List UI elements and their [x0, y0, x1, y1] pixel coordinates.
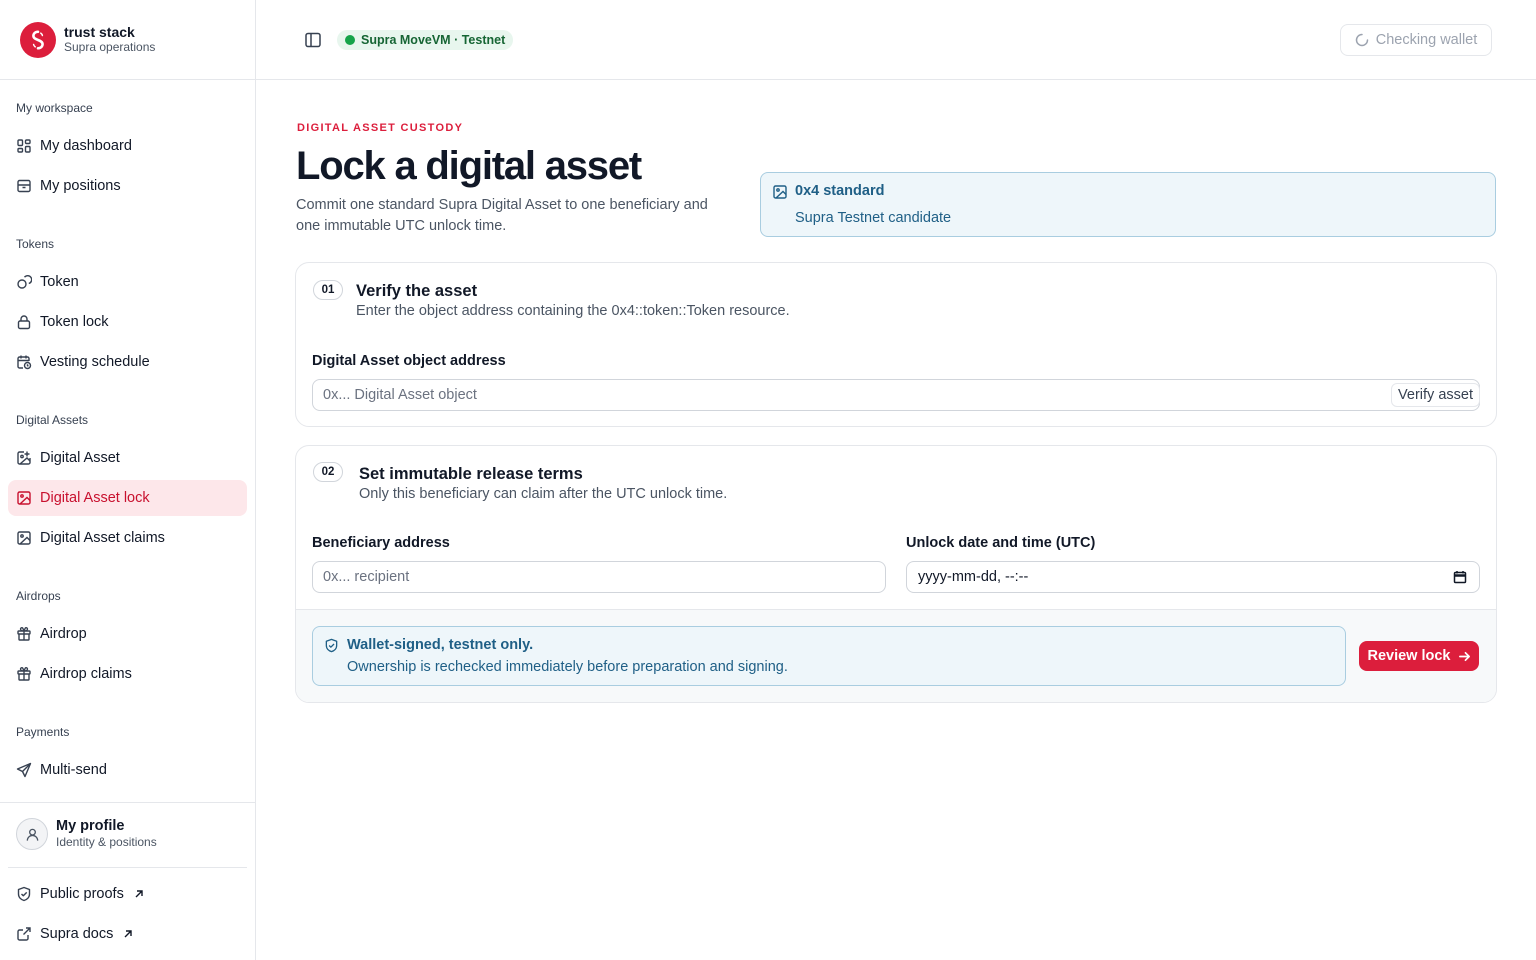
review-lock-button[interactable]: Review lock — [1359, 641, 1479, 671]
sidebar-item-label: Digital Asset — [40, 450, 120, 466]
sidebar-item-label: My positions — [40, 178, 121, 194]
review-footer: Wallet-signed, testnet only. Ownership i… — [296, 609, 1496, 702]
nav-group-tokens: Tokens — [16, 237, 55, 251]
asset-address-label: Digital Asset object address — [312, 353, 506, 369]
sidebar-item-label: Digital Asset claims — [40, 530, 165, 546]
notice-title: Wallet-signed, testnet only. — [347, 637, 534, 653]
page-title: Lock a digital asset — [296, 144, 642, 188]
top-bar: Supra MoveVM · Testnet Checking wallet — [256, 0, 1536, 80]
sidebar-item-my-positions[interactable]: My positions — [8, 168, 247, 204]
external-link-icon — [17, 927, 31, 941]
sidebar-item-label: Token lock — [40, 314, 109, 330]
calendar-icon[interactable] — [1453, 570, 1467, 584]
brand-logo-icon — [20, 21, 56, 58]
unlock-datetime-label: Unlock date and time (UTC) — [906, 535, 1096, 551]
loading-spinner-icon — [1355, 33, 1368, 47]
beneficiary-address-input[interactable] — [312, 561, 886, 593]
brand-title: trust stack — [64, 24, 135, 40]
step-subtitle: Enter the object address containing the … — [356, 303, 790, 319]
nav-group-airdrops: Airdrops — [16, 589, 61, 603]
wallet-connect-button[interactable]: Checking wallet — [1340, 24, 1492, 56]
review-lock-label: Review lock — [1367, 648, 1451, 664]
sidebar-item-supra-docs[interactable]: Supra docs — [8, 916, 247, 952]
sidebar-divider — [0, 802, 255, 803]
step-title: Verify the asset — [356, 282, 478, 300]
sidebar-item-label: Airdrop claims — [40, 666, 132, 682]
step-number-badge: 01 — [313, 280, 343, 300]
sidebar-item-label: My dashboard — [40, 138, 132, 154]
status-dot-icon — [345, 35, 355, 45]
sidebar-item-label: Airdrop — [40, 626, 87, 642]
image-plus-icon — [17, 451, 31, 465]
wallet-button-label: Checking wallet — [1375, 32, 1478, 48]
dashboard-icon — [17, 139, 31, 153]
shield-check-icon — [325, 638, 338, 653]
page-eyebrow: DIGITAL ASSET CUSTODY — [297, 122, 464, 134]
lock-icon — [17, 315, 31, 330]
sidebar-item-vesting-schedule[interactable]: Vesting schedule — [8, 344, 247, 380]
step-release-terms-card: 02 Set immutable release terms Only this… — [295, 445, 1497, 703]
avatar — [16, 818, 48, 850]
sidebar: trust stack Supra operations My workspac… — [0, 0, 256, 960]
standard-card-subtitle: Supra Testnet candidate — [795, 210, 952, 226]
arrow-up-right-icon — [124, 930, 133, 938]
sidebar-item-digital-asset-claims[interactable]: Digital Asset claims — [8, 520, 247, 556]
image-icon — [17, 491, 31, 505]
nav-group-payments: Payments — [16, 725, 70, 739]
network-status-badge: Supra MoveVM · Testnet — [337, 30, 514, 50]
step-title: Set immutable release terms — [359, 465, 583, 483]
calendar-clock-icon — [17, 355, 32, 370]
panel-left-icon — [305, 32, 321, 48]
archive-icon — [17, 179, 31, 193]
sidebar-item-airdrop[interactable]: Airdrop — [8, 616, 247, 652]
unlock-datetime-input[interactable]: yyyy-mm-dd, --:-- — [906, 561, 1480, 593]
standard-card-title: 0x4 standard — [795, 183, 885, 199]
testnet-notice: Wallet-signed, testnet only. Ownership i… — [312, 626, 1346, 686]
sidebar-item-digital-asset-lock[interactable]: Digital Asset lock — [8, 480, 247, 516]
network-badge-label: Supra MoveVM · Testnet — [361, 33, 506, 47]
sidebar-item-digital-asset[interactable]: Digital Asset — [8, 440, 247, 476]
sidebar-item-label: Digital Asset lock — [40, 490, 150, 506]
brand[interactable]: trust stack Supra operations — [0, 0, 255, 80]
beneficiary-address-label: Beneficiary address — [312, 535, 450, 551]
sidebar-item-label: Supra docs — [40, 926, 114, 942]
coins-icon — [17, 275, 32, 289]
gift-icon — [17, 627, 31, 641]
sidebar-item-label: Public proofs — [40, 886, 124, 902]
sidebar-item-public-proofs[interactable]: Public proofs — [8, 876, 247, 912]
sidebar-item-label: Token — [40, 274, 79, 290]
nav-group-my-workspace: My workspace — [16, 101, 93, 115]
image-icon — [17, 531, 31, 545]
sidebar-divider — [8, 867, 247, 868]
profile-subtitle: Identity & positions — [56, 835, 157, 849]
sidebar-item-token[interactable]: Token — [8, 264, 247, 300]
user-icon — [26, 828, 38, 841]
gift-icon — [17, 667, 31, 681]
sidebar-item-label: Vesting schedule — [40, 354, 150, 370]
notice-text: Ownership is rechecked immediately befor… — [347, 659, 788, 675]
asset-address-input[interactable] — [312, 379, 1480, 411]
verify-asset-button[interactable]: Verify asset — [1391, 383, 1480, 407]
unlock-datetime-placeholder: yyyy-mm-dd, --:-- — [918, 569, 1029, 585]
sidebar-item-label: Multi-send — [40, 762, 107, 778]
send-icon — [16, 762, 32, 778]
page-description: Commit one standard Supra Digital Asset … — [296, 197, 708, 234]
sidebar-item-my-dashboard[interactable]: My dashboard — [8, 128, 247, 164]
shield-icon — [17, 886, 31, 902]
sidebar-item-token-lock[interactable]: Token lock — [8, 304, 247, 340]
standard-info-card: 0x4 standard Supra Testnet candidate — [760, 172, 1496, 237]
sidebar-toggle-button[interactable] — [304, 31, 322, 49]
profile-name: My profile — [56, 818, 125, 834]
profile-link[interactable]: My profile Identity & positions — [16, 818, 157, 850]
step-number-badge: 02 — [313, 462, 343, 482]
image-icon — [773, 185, 787, 199]
sidebar-item-airdrop-claims[interactable]: Airdrop claims — [8, 656, 247, 692]
step-subtitle: Only this beneficiary can claim after th… — [359, 486, 728, 502]
arrow-right-icon — [1458, 651, 1470, 661]
brand-subtitle: Supra operations — [64, 40, 156, 54]
nav-group-digital-assets: Digital Assets — [16, 413, 89, 427]
step-verify-asset-card: 01 Verify the asset Enter the object add… — [295, 262, 1497, 427]
sidebar-item-multi-send[interactable]: Multi-send — [8, 752, 247, 788]
arrow-up-right-icon — [135, 890, 143, 898]
